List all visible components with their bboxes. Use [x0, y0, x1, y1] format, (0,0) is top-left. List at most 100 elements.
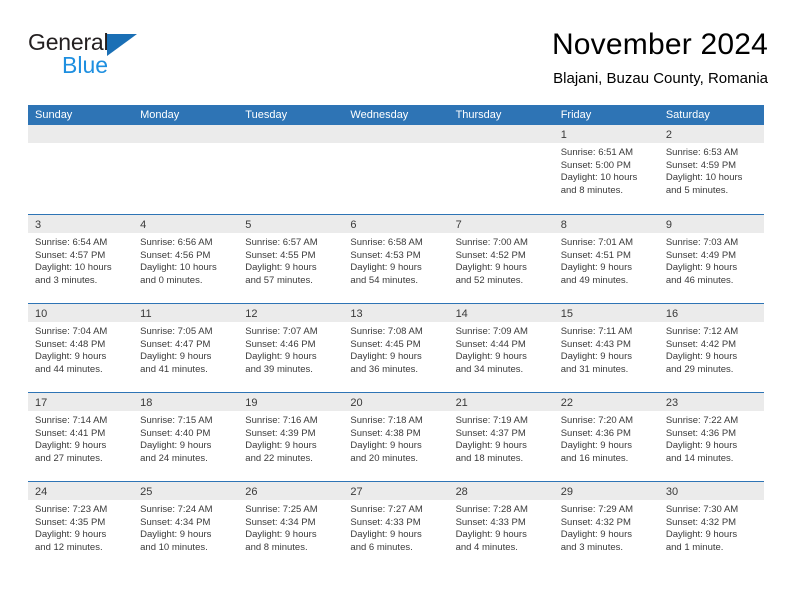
- day-number-band: 6: [343, 215, 449, 233]
- day-cell[interactable]: 22 Sunrise: 7:20 AM Sunset: 4:36 PM Dayl…: [553, 393, 659, 481]
- day-details: Sunrise: 7:14 AM Sunset: 4:41 PM Dayligh…: [28, 411, 133, 465]
- page-header: General Blue November 2024 Blajani, Buza…: [0, 0, 792, 87]
- day-number-band: 18: [133, 393, 239, 411]
- sunrise-text: Sunrise: 7:27 AM: [350, 504, 423, 515]
- day-cell[interactable]: 30 Sunrise: 7:30 AM Sunset: 4:32 PM Dayl…: [658, 482, 764, 570]
- daylight-text-line1: Daylight: 9 hours: [350, 351, 422, 363]
- day-cell[interactable]: 25 Sunrise: 7:24 AM Sunset: 4:34 PM Dayl…: [133, 482, 239, 570]
- day-number-band: 17: [28, 393, 134, 411]
- day-cell[interactable]: 15 Sunrise: 7:11 AM Sunset: 4:43 PM Dayl…: [553, 304, 659, 392]
- day-cell[interactable]: 18 Sunrise: 7:15 AM Sunset: 4:40 PM Dayl…: [133, 393, 239, 481]
- day-details: Sunrise: 7:12 AM Sunset: 4:42 PM Dayligh…: [659, 322, 764, 376]
- day-number: 3: [35, 219, 42, 231]
- daylight-text-line1: Daylight: 9 hours: [140, 351, 212, 363]
- day-details: Sunrise: 7:22 AM Sunset: 4:36 PM Dayligh…: [659, 411, 764, 465]
- day-details: Sunrise: 6:58 AM Sunset: 4:53 PM Dayligh…: [343, 233, 448, 287]
- day-cell[interactable]: 14 Sunrise: 7:09 AM Sunset: 4:44 PM Dayl…: [448, 304, 554, 392]
- day-number-band: 25: [133, 482, 239, 500]
- day-number-band: 2: [658, 125, 764, 143]
- day-number-band: 28: [448, 482, 554, 500]
- day-cell[interactable]: 27 Sunrise: 7:27 AM Sunset: 4:33 PM Dayl…: [343, 482, 449, 570]
- day-number-band: 13: [343, 304, 449, 322]
- sunset-text: Sunset: 4:44 PM: [455, 338, 526, 350]
- sunset-text: Sunset: 4:53 PM: [350, 249, 421, 261]
- day-cell[interactable]: 28 Sunrise: 7:28 AM Sunset: 4:33 PM Dayl…: [448, 482, 554, 570]
- day-cell[interactable]: 9 Sunrise: 7:03 AM Sunset: 4:49 PM Dayli…: [658, 215, 764, 303]
- sunrise-text: Sunrise: 7:03 AM: [665, 237, 739, 248]
- day-number-band: 24: [28, 482, 134, 500]
- day-cell[interactable]: 29 Sunrise: 7:29 AM Sunset: 4:32 PM Dayl…: [553, 482, 659, 570]
- day-number: 29: [560, 486, 573, 498]
- daylight-text-line2: and 36 minutes.: [350, 363, 419, 375]
- day-cell[interactable]: 6 Sunrise: 6:58 AM Sunset: 4:53 PM Dayli…: [343, 215, 449, 303]
- day-number-band: 1: [553, 125, 659, 143]
- day-number: 10: [35, 308, 48, 320]
- day-cell[interactable]: [133, 125, 239, 214]
- day-cell[interactable]: 2 Sunrise: 6:53 AM Sunset: 4:59 PM Dayli…: [658, 125, 764, 214]
- sunset-text: Sunset: 4:41 PM: [35, 427, 106, 439]
- general-blue-logo[interactable]: General Blue: [28, 26, 138, 77]
- page-title: November 2024: [551, 28, 768, 61]
- sunrise-text: Sunrise: 6:51 AM: [560, 147, 634, 158]
- day-details: Sunrise: 7:27 AM Sunset: 4:33 PM Dayligh…: [343, 500, 448, 554]
- day-details: Sunrise: 7:04 AM Sunset: 4:48 PM Dayligh…: [28, 322, 133, 376]
- day-cell[interactable]: 20 Sunrise: 7:18 AM Sunset: 4:38 PM Dayl…: [343, 393, 449, 481]
- day-cell[interactable]: 8 Sunrise: 7:01 AM Sunset: 4:51 PM Dayli…: [553, 215, 659, 303]
- day-details: Sunrise: 7:16 AM Sunset: 4:39 PM Dayligh…: [238, 411, 343, 465]
- day-number-band: 26: [238, 482, 344, 500]
- day-details: Sunrise: 7:23 AM Sunset: 4:35 PM Dayligh…: [28, 500, 133, 554]
- day-cell[interactable]: 19 Sunrise: 7:16 AM Sunset: 4:39 PM Dayl…: [238, 393, 344, 481]
- day-cell[interactable]: 12 Sunrise: 7:07 AM Sunset: 4:46 PM Dayl…: [238, 304, 344, 392]
- day-cell[interactable]: 21 Sunrise: 7:19 AM Sunset: 4:37 PM Dayl…: [448, 393, 554, 481]
- day-cell[interactable]: 16 Sunrise: 7:12 AM Sunset: 4:42 PM Dayl…: [658, 304, 764, 392]
- day-number: 4: [140, 219, 147, 231]
- day-number-band: 15: [553, 304, 659, 322]
- day-number: 14: [455, 308, 468, 320]
- day-number-band: [28, 125, 134, 143]
- day-cell[interactable]: [28, 125, 134, 214]
- daylight-text-line1: Daylight: 9 hours: [560, 262, 632, 274]
- daylight-text-line1: Daylight: 9 hours: [560, 440, 632, 452]
- sunrise-text: Sunrise: 7:16 AM: [245, 415, 318, 426]
- day-cell[interactable]: 4 Sunrise: 6:56 AM Sunset: 4:56 PM Dayli…: [133, 215, 239, 303]
- day-number: 25: [140, 486, 153, 498]
- day-number-band: 9: [658, 215, 764, 233]
- week-row: 10 Sunrise: 7:04 AM Sunset: 4:48 PM Dayl…: [28, 303, 764, 392]
- day-cell[interactable]: [238, 125, 344, 214]
- day-number: 15: [560, 308, 573, 320]
- day-cell[interactable]: 23 Sunrise: 7:22 AM Sunset: 4:36 PM Dayl…: [658, 393, 764, 481]
- day-number-band: [133, 125, 239, 143]
- sunrise-text: Sunrise: 7:25 AM: [245, 504, 318, 515]
- day-details: Sunrise: 7:20 AM Sunset: 4:36 PM Dayligh…: [554, 411, 659, 465]
- day-cell[interactable]: 3 Sunrise: 6:54 AM Sunset: 4:57 PM Dayli…: [28, 215, 134, 303]
- daylight-text-line1: Daylight: 9 hours: [140, 440, 212, 452]
- day-number: 24: [35, 486, 48, 498]
- day-cell[interactable]: 11 Sunrise: 7:05 AM Sunset: 4:47 PM Dayl…: [133, 304, 239, 392]
- day-cell[interactable]: 10 Sunrise: 7:04 AM Sunset: 4:48 PM Dayl…: [28, 304, 134, 392]
- daylight-text-line2: and 8 minutes.: [560, 184, 624, 196]
- day-cell[interactable]: 7 Sunrise: 7:00 AM Sunset: 4:52 PM Dayli…: [448, 215, 554, 303]
- sunrise-text: Sunrise: 7:15 AM: [140, 415, 213, 426]
- daylight-text-line2: and 57 minutes.: [245, 274, 313, 286]
- daylight-text-line1: Daylight: 10 hours: [140, 262, 217, 274]
- day-cell[interactable]: 26 Sunrise: 7:25 AM Sunset: 4:34 PM Dayl…: [238, 482, 344, 570]
- day-number-band: [343, 125, 449, 143]
- day-cell[interactable]: [448, 125, 554, 214]
- day-cell[interactable]: 13 Sunrise: 7:08 AM Sunset: 4:45 PM Dayl…: [343, 304, 449, 392]
- sunset-text: Sunset: 4:43 PM: [560, 338, 631, 350]
- day-cell[interactable]: 17 Sunrise: 7:14 AM Sunset: 4:41 PM Dayl…: [28, 393, 134, 481]
- day-cell[interactable]: 1 Sunrise: 6:51 AM Sunset: 5:00 PM Dayli…: [553, 125, 659, 214]
- daylight-text-line1: Daylight: 9 hours: [455, 440, 527, 452]
- daylight-text-line1: Daylight: 9 hours: [350, 529, 422, 541]
- day-details: Sunrise: 7:28 AM Sunset: 4:33 PM Dayligh…: [449, 500, 554, 554]
- day-number: 13: [350, 308, 363, 320]
- day-cell[interactable]: [343, 125, 449, 214]
- daylight-text-line1: Daylight: 9 hours: [560, 529, 632, 541]
- day-cell[interactable]: 24 Sunrise: 7:23 AM Sunset: 4:35 PM Dayl…: [28, 482, 134, 570]
- daylight-text-line1: Daylight: 9 hours: [245, 529, 317, 541]
- day-cell[interactable]: 5 Sunrise: 6:57 AM Sunset: 4:55 PM Dayli…: [238, 215, 344, 303]
- day-number-band: 29: [553, 482, 659, 500]
- title-block: November 2024 Blajani, Buzau County, Rom…: [552, 26, 768, 89]
- day-details: Sunrise: 6:54 AM Sunset: 4:57 PM Dayligh…: [28, 233, 133, 287]
- day-details: Sunrise: 7:19 AM Sunset: 4:37 PM Dayligh…: [449, 411, 554, 465]
